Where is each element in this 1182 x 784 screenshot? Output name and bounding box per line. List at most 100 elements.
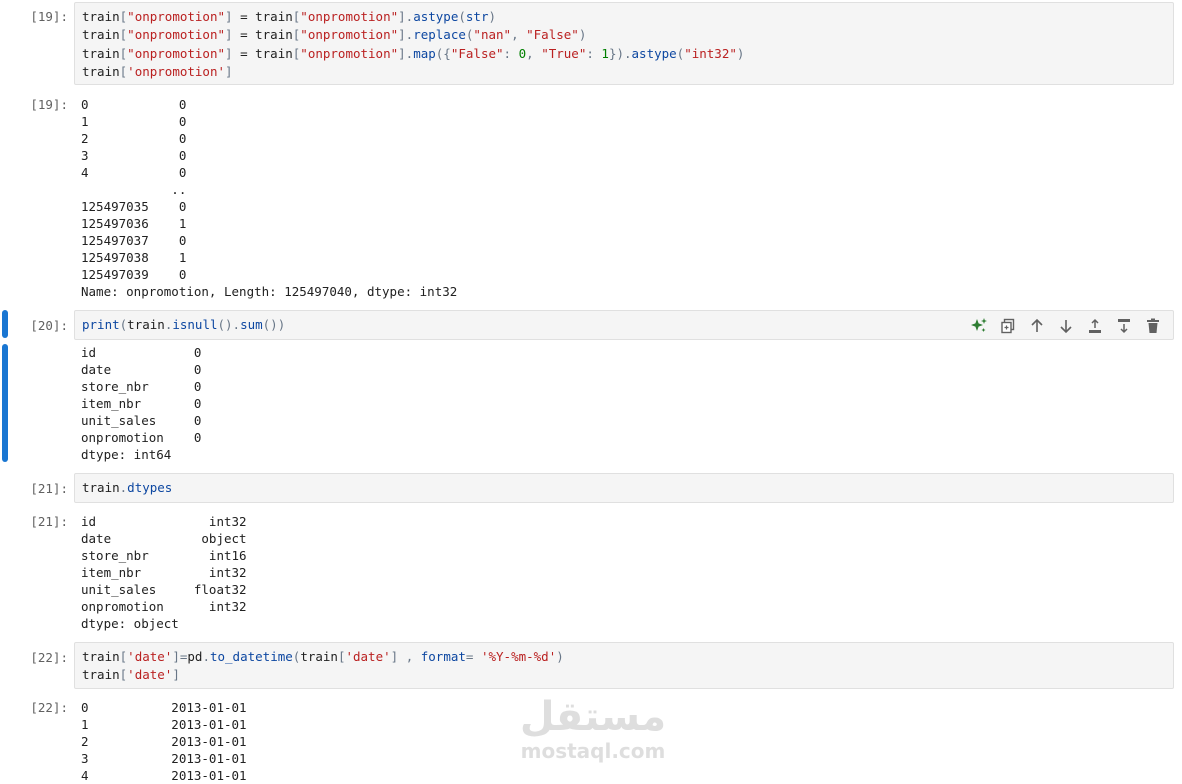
input-prompt: [20]: (30, 318, 68, 333)
cell-output: 0 2013-01-01 1 2013-01-01 2 2013-01-01 3… (81, 700, 247, 783)
code-token: (). (217, 317, 241, 332)
code-token: train (82, 649, 120, 664)
code-token: ]. (398, 9, 414, 24)
code-token: 'date' (127, 667, 173, 683)
code-token: : (503, 45, 519, 61)
sparkle-icon[interactable] (969, 316, 989, 336)
code-token: "onpromotion" (127, 27, 226, 43)
code-token: ) (578, 27, 587, 43)
code-token: train (82, 63, 120, 79)
watermark-latin: mostaql.com (520, 739, 666, 763)
code-line[interactable]: train['date']=pd.to_datetime(train['date… (82, 648, 564, 666)
code-token: ] (225, 63, 233, 79)
move-down-icon[interactable] (1056, 316, 1076, 336)
code-token: "int32" (684, 45, 737, 61)
code-line[interactable]: train["onpromotion"] = train["onpromotio… (82, 26, 744, 44)
code-line[interactable]: train['date'] (82, 666, 564, 684)
code-token: isnull (172, 317, 218, 332)
code-token: "onpromotion" (300, 9, 399, 24)
code-token: ) (488, 9, 496, 24)
code-token: "onpromotion" (127, 45, 226, 61)
code-token: ) (736, 45, 745, 61)
code-token: str (465, 9, 489, 24)
code-token: ({ (435, 45, 451, 61)
code-token: ] (172, 667, 180, 683)
code-token: ] (225, 9, 233, 24)
code-token: train (127, 317, 165, 332)
code-token: train (82, 9, 120, 24)
watermark-arabic: مستقل (519, 694, 667, 740)
code-token: ] , (390, 649, 421, 664)
code-token: "True" (541, 45, 587, 61)
code-token: train (300, 649, 338, 664)
code-token: = train (232, 45, 293, 61)
code-token: astype (631, 45, 677, 61)
code-token: . (202, 649, 210, 664)
move-up-icon[interactable] (1027, 316, 1047, 336)
cell-toolbar (969, 316, 1163, 336)
code-token: to_datetime (209, 649, 293, 664)
code-editor[interactable]: train['date']=pd.to_datetime(train['date… (82, 648, 564, 685)
code-token: ]. (398, 45, 414, 61)
code-token: dtypes (127, 480, 173, 495)
code-token: train (82, 480, 120, 495)
code-token: ]. (398, 27, 414, 43)
output-prompt: [22]: (30, 700, 68, 715)
code-token: "nan" (473, 27, 512, 43)
code-token: astype (413, 9, 459, 24)
code-token: 1 (601, 45, 609, 61)
code-token: ( (458, 9, 466, 24)
code-token: train (82, 45, 120, 61)
insert-above-icon[interactable] (1085, 316, 1105, 336)
code-token: format (420, 649, 466, 664)
insert-below-icon[interactable] (1114, 316, 1134, 336)
code-token: sum (240, 317, 263, 332)
cell-output: id 0 date 0 store_nbr 0 item_nbr 0 unit_… (81, 345, 202, 462)
code-editor[interactable]: train["onpromotion"] = train["onpromotio… (82, 8, 744, 81)
code-token: train (82, 27, 120, 43)
mostaql-watermark: مستقل mostaql.com (518, 695, 668, 770)
input-prompt: [22]: (30, 650, 68, 665)
code-token: ] (225, 27, 233, 43)
code-input[interactable]: train.dtypes (74, 473, 1174, 503)
output-selection-indicator[interactable] (2, 344, 8, 462)
output-prompt: [19]: (30, 97, 68, 112)
code-token: : (586, 45, 602, 61)
code-token: = train (232, 9, 293, 24)
code-token: = train (232, 27, 293, 43)
code-token: 'date' (127, 649, 173, 664)
code-editor[interactable]: train.dtypes (82, 479, 172, 497)
code-token: "onpromotion" (300, 27, 399, 43)
code-token: 'date' (345, 649, 391, 664)
code-token: 'onpromotion' (127, 63, 226, 79)
code-editor[interactable]: print(train.isnull().sum()) (82, 316, 285, 334)
code-token: "onpromotion" (300, 45, 399, 61)
duplicate-icon[interactable] (998, 316, 1018, 336)
code-token: print (82, 317, 120, 332)
code-token: map (413, 45, 436, 61)
code-line[interactable]: print(train.isnull().sum()) (82, 316, 285, 334)
code-token: ()) (262, 317, 286, 332)
input-prompt: [21]: (30, 481, 68, 496)
code-token: ] (225, 45, 233, 61)
code-token: "False" (450, 45, 504, 61)
code-token: }). (608, 45, 632, 61)
code-input[interactable]: print(train.isnull().sum()) (74, 310, 1174, 340)
code-token: ) (556, 649, 564, 664)
code-token: , (511, 27, 527, 43)
code-token: , (526, 45, 542, 61)
code-token: "False" (526, 27, 579, 43)
code-line[interactable]: train["onpromotion"] = train["onpromotio… (82, 8, 744, 26)
code-line[interactable]: train.dtypes (82, 479, 172, 497)
input-prompt: [19]: (30, 9, 68, 24)
code-token: pd (187, 649, 203, 664)
code-line[interactable]: train["onpromotion"] = train["onpromotio… (82, 45, 744, 63)
code-token: '%Y-%m-%d' (480, 649, 557, 664)
cell-selection-indicator[interactable] (2, 310, 8, 338)
delete-icon[interactable] (1143, 316, 1163, 336)
code-token: replace (413, 27, 466, 43)
code-input[interactable]: train['date']=pd.to_datetime(train['date… (74, 642, 1174, 689)
code-input[interactable]: train["onpromotion"] = train["onpromotio… (74, 2, 1174, 85)
code-line[interactable]: train['onpromotion'] (82, 63, 744, 81)
cell-output: id int32 date object store_nbr int16 ite… (81, 514, 247, 631)
